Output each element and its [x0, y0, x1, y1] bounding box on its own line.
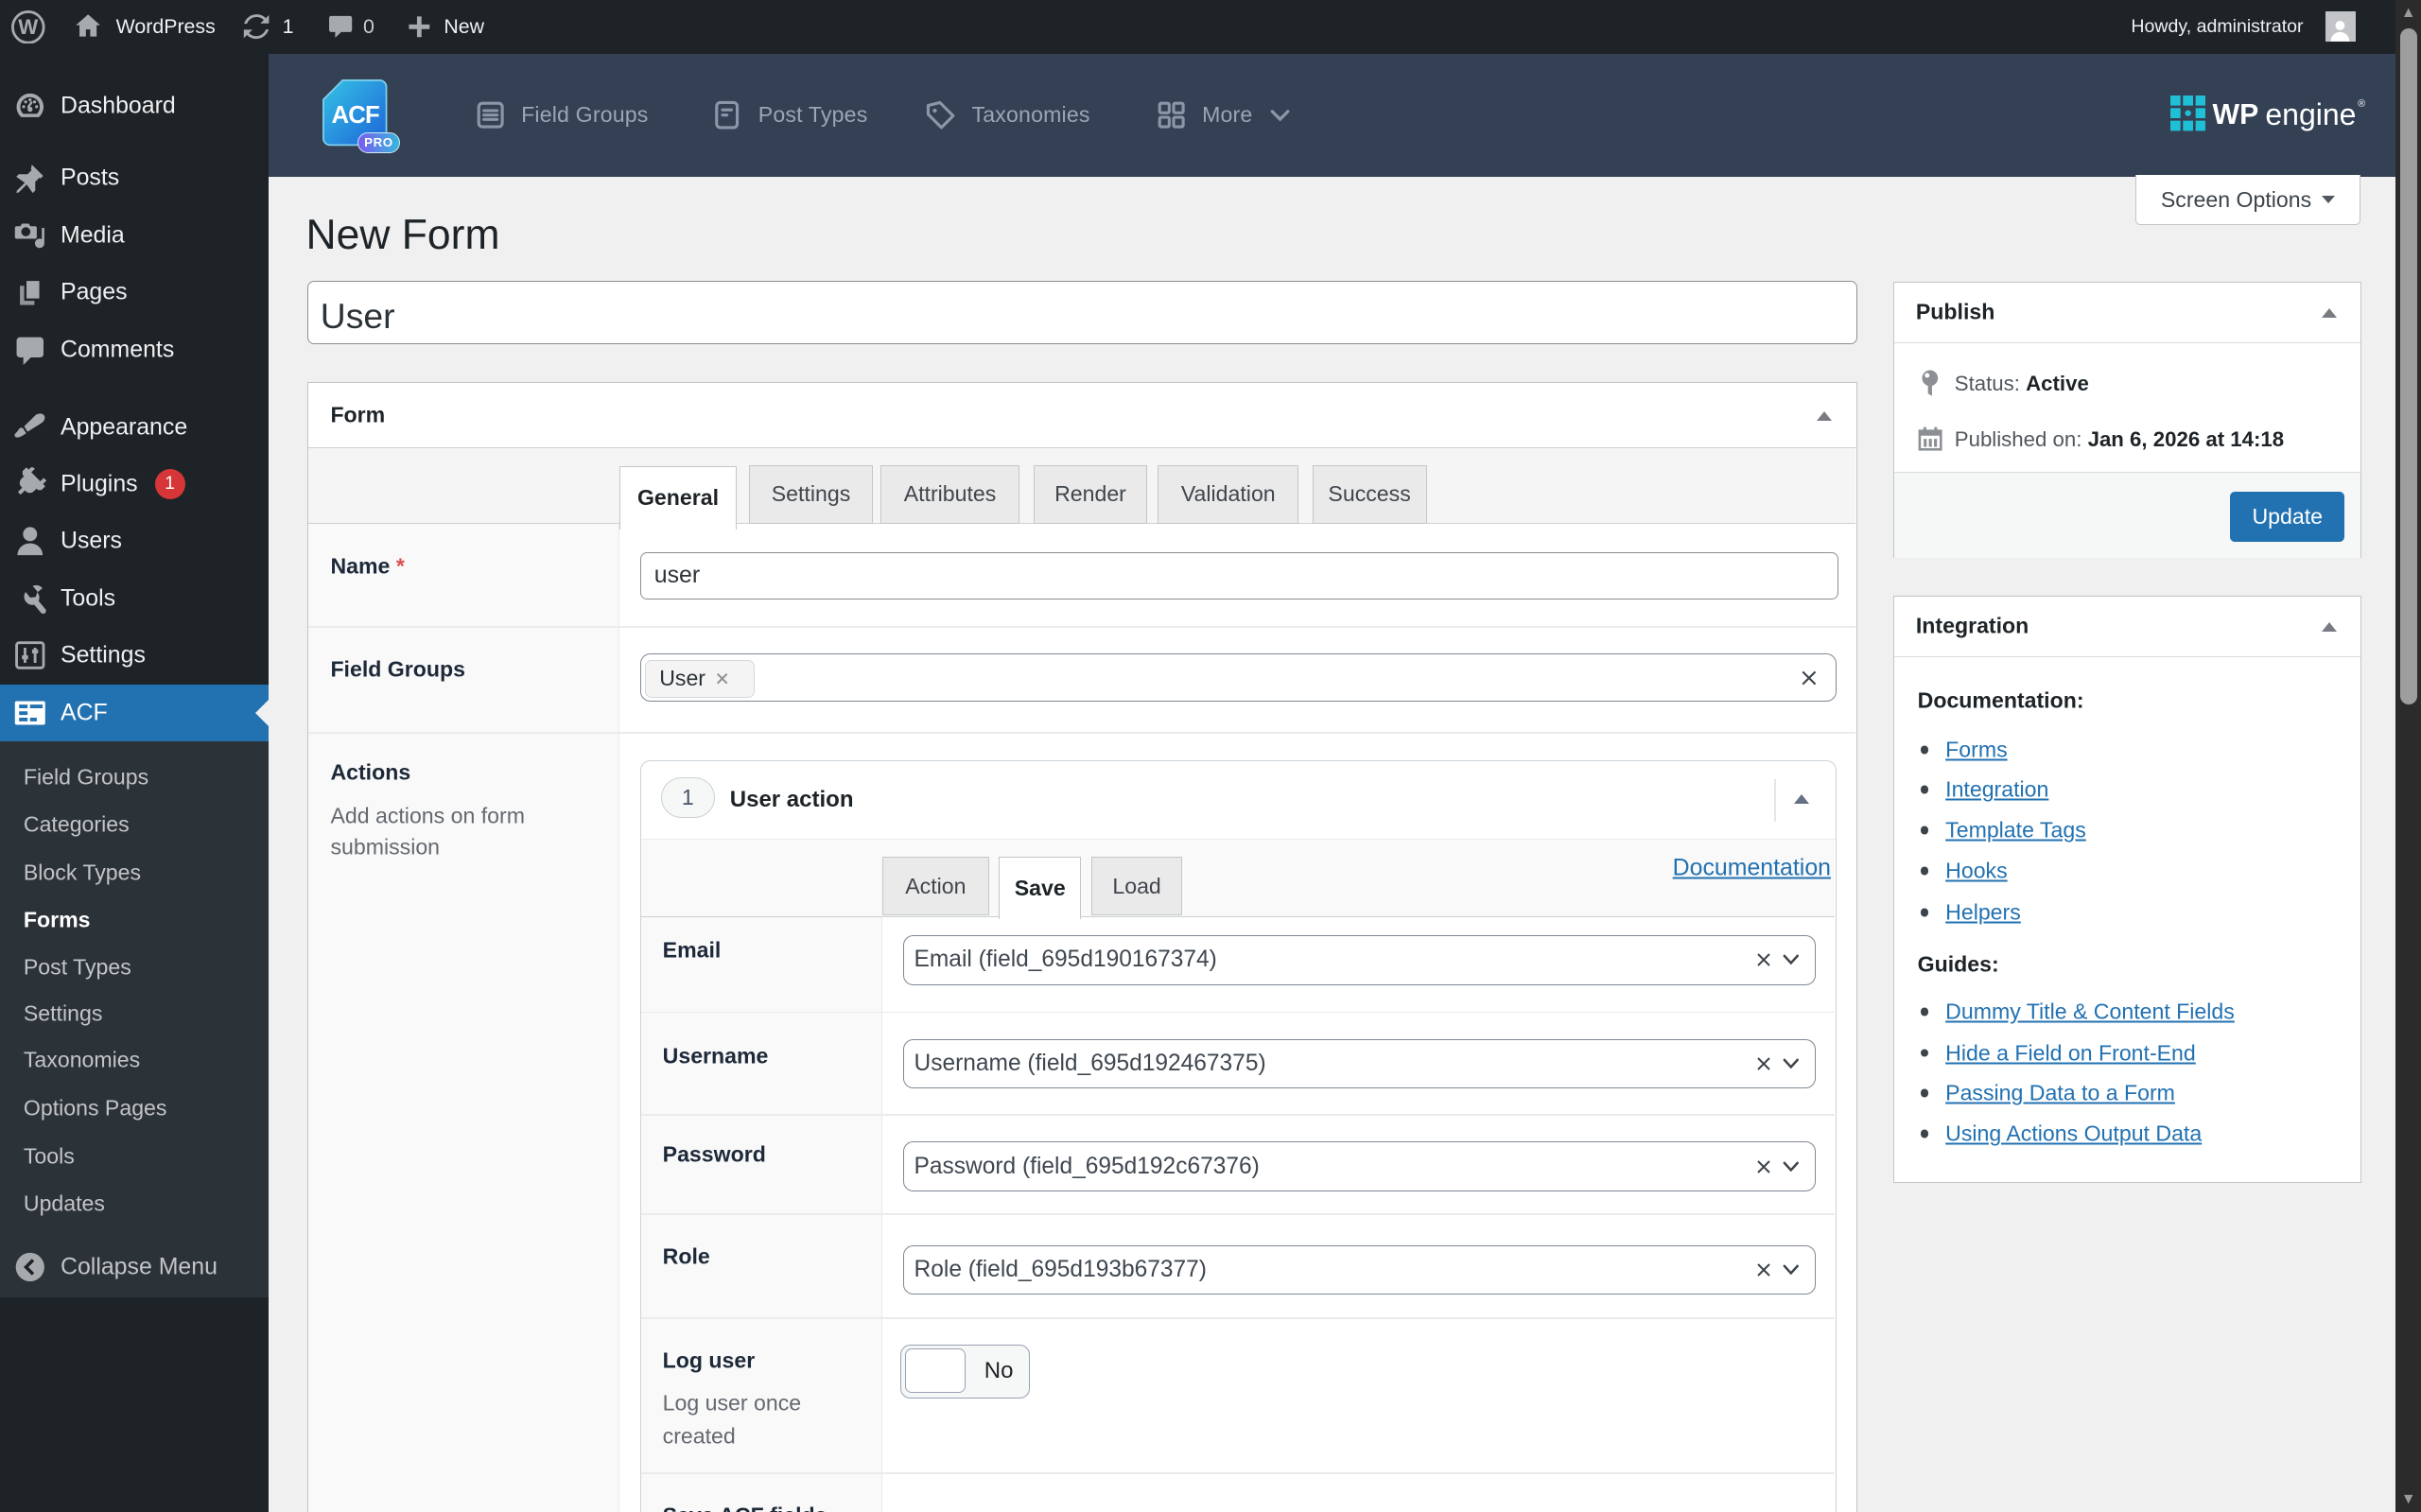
svg-text:ACF: ACF [332, 102, 379, 129]
svg-text:W: W [19, 15, 39, 39]
